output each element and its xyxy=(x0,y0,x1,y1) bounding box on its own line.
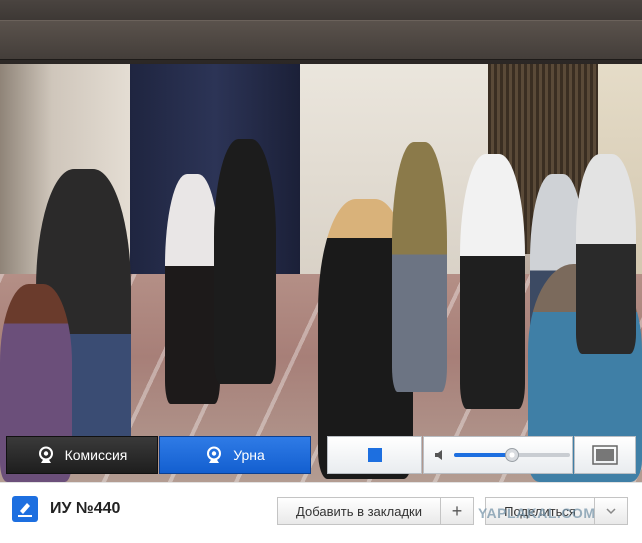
video-scene-person xyxy=(392,142,447,392)
stop-icon xyxy=(367,448,382,462)
camera-urn-label: Урна xyxy=(233,447,265,463)
add-plus-button[interactable]: + xyxy=(440,497,474,525)
video-scene-person xyxy=(576,154,636,354)
video-stream[interactable] xyxy=(0,64,642,482)
camera-commission-label: Комиссия xyxy=(64,447,128,463)
share-dropdown-button[interactable] xyxy=(594,497,628,525)
page-title: ИУ №440 xyxy=(50,500,121,517)
video-scene-person xyxy=(165,174,220,404)
webcam-icon xyxy=(207,446,222,463)
fullscreen-button[interactable] xyxy=(574,436,636,474)
top-header-band xyxy=(0,0,642,64)
camera-urn-button[interactable]: Урна xyxy=(159,436,311,474)
fullscreen-icon xyxy=(592,445,618,465)
volume-slider-handle[interactable] xyxy=(505,448,519,462)
video-scene-person xyxy=(214,139,276,384)
webcam-icon xyxy=(38,446,53,463)
stop-button[interactable] xyxy=(327,436,422,474)
volume-control xyxy=(423,436,573,474)
share-button[interactable]: Поделиться xyxy=(485,497,595,525)
video-scene-person xyxy=(460,154,525,409)
camera-commission-button[interactable]: Комиссия xyxy=(6,436,158,474)
ballot-box-icon xyxy=(12,496,38,522)
share-arrow-icon xyxy=(606,508,616,515)
bottom-bar: ИУ №440 Добавить в закладки + Поделиться… xyxy=(0,482,642,543)
add-bookmark-button[interactable]: Добавить в закладки xyxy=(277,497,441,525)
player-controls: Комиссия Урна xyxy=(6,436,636,474)
volume-slider-fill xyxy=(454,453,512,457)
top-header-strip xyxy=(0,20,642,60)
volume-slider[interactable] xyxy=(454,448,570,462)
speaker-icon[interactable] xyxy=(434,449,446,461)
